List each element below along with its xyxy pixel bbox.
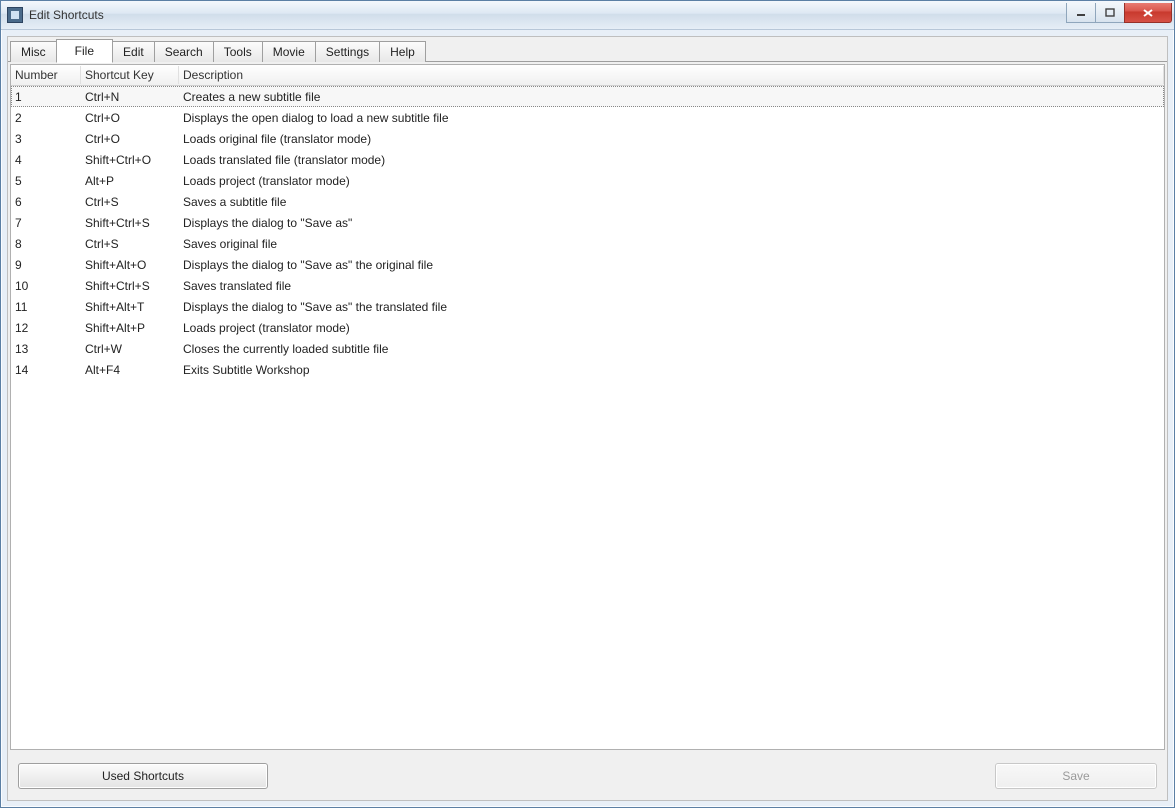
maximize-icon <box>1105 8 1115 18</box>
cell-description: Saves translated file <box>179 279 1164 293</box>
table-body: 1Ctrl+NCreates a new subtitle file2Ctrl+… <box>11 86 1164 749</box>
window-title: Edit Shortcuts <box>29 8 104 22</box>
table-row[interactable]: 13Ctrl+WCloses the currently loaded subt… <box>11 338 1164 359</box>
cell-description: Loads original file (translator mode) <box>179 132 1164 146</box>
cell-description: Saves original file <box>179 237 1164 251</box>
maximize-button[interactable] <box>1095 3 1125 23</box>
cell-shortcut: Shift+Ctrl+S <box>81 216 179 230</box>
window-controls <box>1067 3 1174 23</box>
cell-number: 11 <box>11 300 81 314</box>
tab-edit[interactable]: Edit <box>112 41 155 62</box>
table-header: Number Shortcut Key Description <box>11 65 1164 86</box>
tab-movie[interactable]: Movie <box>262 41 316 62</box>
cell-number: 14 <box>11 363 81 377</box>
table-row[interactable]: 12Shift+Alt+PLoads project (translator m… <box>11 317 1164 338</box>
table-row[interactable]: 14Alt+F4Exits Subtitle Workshop <box>11 359 1164 380</box>
cell-number: 6 <box>11 195 81 209</box>
col-header-description[interactable]: Description <box>179 66 1164 84</box>
cell-description: Displays the dialog to "Save as" the ori… <box>179 258 1164 272</box>
table-row[interactable]: 6Ctrl+SSaves a subtitle file <box>11 191 1164 212</box>
cell-shortcut: Shift+Alt+P <box>81 321 179 335</box>
cell-number: 4 <box>11 153 81 167</box>
cell-shortcut: Ctrl+W <box>81 342 179 356</box>
cell-number: 7 <box>11 216 81 230</box>
minimize-icon <box>1076 8 1086 18</box>
table-row[interactable]: 9Shift+Alt+ODisplays the dialog to "Save… <box>11 254 1164 275</box>
cell-number: 5 <box>11 174 81 188</box>
cell-number: 8 <box>11 237 81 251</box>
col-header-number[interactable]: Number <box>11 66 81 84</box>
bottom-bar: Used Shortcuts Save <box>8 752 1167 800</box>
client-area: MiscFileEditSearchToolsMovieSettingsHelp… <box>7 36 1168 801</box>
cell-description: Displays the dialog to "Save as" the tra… <box>179 300 1164 314</box>
cell-description: Displays the dialog to "Save as" <box>179 216 1164 230</box>
cell-description: Loads project (translator mode) <box>179 321 1164 335</box>
cell-number: 2 <box>11 111 81 125</box>
cell-shortcut: Alt+F4 <box>81 363 179 377</box>
tab-tools[interactable]: Tools <box>213 41 263 62</box>
cell-description: Creates a new subtitle file <box>179 90 1164 104</box>
tab-search[interactable]: Search <box>154 41 214 62</box>
tab-panel: Number Shortcut Key Description 1Ctrl+NC… <box>8 61 1167 800</box>
tab-help[interactable]: Help <box>379 41 426 62</box>
cell-shortcut: Alt+P <box>81 174 179 188</box>
cell-shortcut: Shift+Alt+O <box>81 258 179 272</box>
tab-settings[interactable]: Settings <box>315 41 380 62</box>
cell-description: Loads translated file (translator mode) <box>179 153 1164 167</box>
cell-description: Loads project (translator mode) <box>179 174 1164 188</box>
app-icon <box>7 7 23 23</box>
shortcuts-table[interactable]: Number Shortcut Key Description 1Ctrl+NC… <box>10 64 1165 750</box>
cell-shortcut: Ctrl+O <box>81 111 179 125</box>
table-row[interactable]: 10Shift+Ctrl+SSaves translated file <box>11 275 1164 296</box>
table-row[interactable]: 7Shift+Ctrl+SDisplays the dialog to "Sav… <box>11 212 1164 233</box>
table-row[interactable]: 5Alt+PLoads project (translator mode) <box>11 170 1164 191</box>
table-row[interactable]: 3Ctrl+OLoads original file (translator m… <box>11 128 1164 149</box>
minimize-button[interactable] <box>1066 3 1096 23</box>
cell-shortcut: Ctrl+O <box>81 132 179 146</box>
cell-number: 13 <box>11 342 81 356</box>
cell-number: 1 <box>11 90 81 104</box>
cell-shortcut: Shift+Ctrl+O <box>81 153 179 167</box>
used-shortcuts-button[interactable]: Used Shortcuts <box>18 763 268 789</box>
cell-shortcut: Ctrl+S <box>81 237 179 251</box>
col-header-shortcut[interactable]: Shortcut Key <box>81 66 179 84</box>
cell-description: Saves a subtitle file <box>179 195 1164 209</box>
table-row[interactable]: 11Shift+Alt+TDisplays the dialog to "Sav… <box>11 296 1164 317</box>
cell-number: 10 <box>11 279 81 293</box>
tab-file[interactable]: File <box>56 39 113 63</box>
tab-misc[interactable]: Misc <box>10 41 57 62</box>
cell-number: 9 <box>11 258 81 272</box>
cell-shortcut: Shift+Ctrl+S <box>81 279 179 293</box>
close-icon <box>1142 8 1154 18</box>
cell-description: Closes the currently loaded subtitle fil… <box>179 342 1164 356</box>
table-row[interactable]: 8Ctrl+SSaves original file <box>11 233 1164 254</box>
tabs: MiscFileEditSearchToolsMovieSettingsHelp <box>8 37 1167 61</box>
titlebar[interactable]: Edit Shortcuts <box>1 1 1174 30</box>
save-button[interactable]: Save <box>995 763 1157 789</box>
close-button[interactable] <box>1124 3 1172 23</box>
cell-shortcut: Ctrl+N <box>81 90 179 104</box>
cell-description: Displays the open dialog to load a new s… <box>179 111 1164 125</box>
cell-shortcut: Shift+Alt+T <box>81 300 179 314</box>
cell-shortcut: Ctrl+S <box>81 195 179 209</box>
table-row[interactable]: 2Ctrl+ODisplays the open dialog to load … <box>11 107 1164 128</box>
cell-number: 12 <box>11 321 81 335</box>
table-row[interactable]: 1Ctrl+NCreates a new subtitle file <box>11 86 1164 107</box>
window: Edit Shortcuts MiscFileEditSearchToolsMo… <box>0 0 1175 808</box>
table-row[interactable]: 4Shift+Ctrl+OLoads translated file (tran… <box>11 149 1164 170</box>
cell-description: Exits Subtitle Workshop <box>179 363 1164 377</box>
cell-number: 3 <box>11 132 81 146</box>
